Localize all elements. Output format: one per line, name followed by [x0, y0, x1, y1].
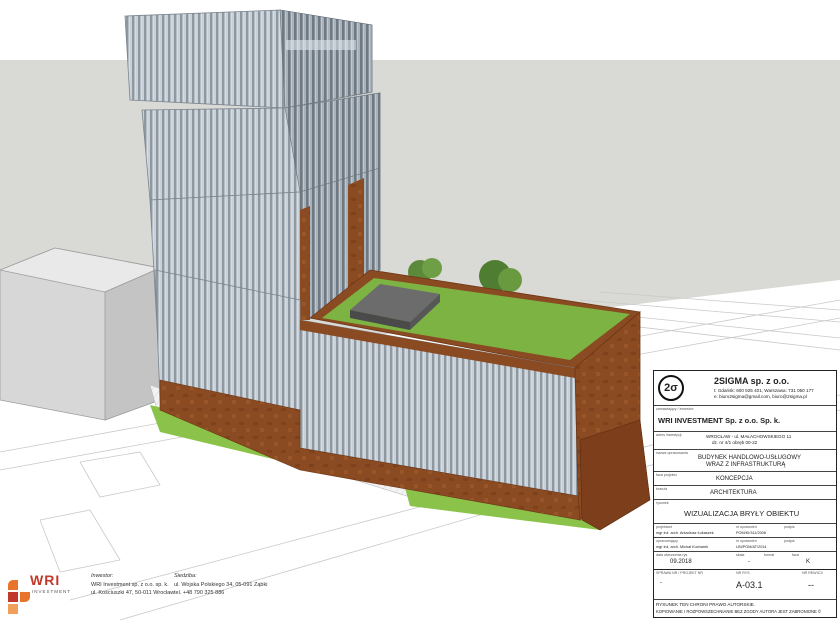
investor-label: zamawiający / inwestor: [656, 407, 694, 411]
drafter-permit-label: nr uprawnień [736, 539, 757, 543]
investor-row: zamawiający / inwestor: WRI INVESTMENT S… [654, 405, 836, 431]
drafter-row: opracowujący mgr inż. arch. Michał Kucha… [654, 537, 836, 551]
object-row: nazwa opracowania BUDYNEK HANDLOWO-USŁUG… [654, 449, 836, 471]
date-value: 09.2018 [670, 559, 692, 565]
designer-label: projektant [656, 525, 672, 529]
drafter-label: opracowujący [656, 539, 678, 543]
wri-logo-sub: INVESTMENT [32, 589, 72, 594]
permit-value: POM/KI/311/2008 [736, 531, 766, 535]
copyright-row: RYSUNEK TEN CHRONI PRAWO AUTORSKIE. KOPI… [654, 599, 836, 617]
project-no-label: SPRAWA NR / PROJEKT NR [656, 571, 703, 575]
address-line1: WROCŁAW - ul. MAŁACHOWSKIEGO 11 [706, 434, 792, 439]
drawing-no-row: SPRAWA NR / PROJEKT NR - NR RYS. A-03.1 … [654, 569, 836, 599]
scale-value: - [748, 559, 750, 565]
stage-label: faza projektu [656, 473, 677, 477]
scale-label: skala [736, 553, 745, 557]
address-line2: dz. nr 4/1 obręb 00-22 [712, 440, 758, 445]
address-row: adres inwestycji WROCŁAW - ul. MAŁACHOWS… [654, 431, 836, 449]
seat-line2: tel. +48 790 325 886 [174, 590, 225, 596]
stage-value: KONCEPCJA [716, 476, 753, 482]
drafter-value: mgr inż. arch. Michał Kucharek [656, 545, 709, 549]
date-row: data utworzenia rys. 09.2018 skala - for… [654, 551, 836, 569]
object-line2: WRAZ Z INFRASTRUKTURĄ [706, 462, 786, 468]
permit-label: nr uprawnień [736, 525, 757, 529]
investor-title: Inwestor: [91, 573, 114, 579]
branch-value: ARCHITEKTURA [710, 490, 757, 496]
company-contact-1: t: Gdańsk: 600 925 401, Warszawa: 731 05… [714, 388, 814, 393]
date-label: data utworzenia rys. [656, 553, 689, 557]
copyright-line2: KOPIOWANIE I ROZPOWSZECHNIANIE BEZ ZGODY… [656, 609, 822, 614]
address-label: adres inwestycji [656, 433, 682, 437]
wri-logo-text: WRI [30, 572, 61, 588]
revision-value: -- [808, 580, 814, 590]
wri-logo: WRI INVESTMENT [8, 572, 83, 616]
drawing-no-value: A-03.1 [736, 580, 763, 590]
sheet-row: rysunek WIZUALIZACJA BRYŁY OBIEKTU [654, 499, 836, 523]
object-line1: BUDYNEK HANDLOWO-USŁUGOWY [698, 455, 802, 461]
designer-value: mgr inż. arch. Arkadiusz Łukaszek [656, 531, 714, 535]
investor-line2: ul. Kościuszki 47, 50-011 Wrocław [91, 590, 175, 596]
object-label: nazwa opracowania [656, 451, 688, 455]
sheet-label: rysunek [656, 501, 669, 505]
designer-row: projektant mgr inż. arch. Arkadiusz Łuka… [654, 523, 836, 537]
project-no-value: - [660, 580, 662, 586]
sign-label: podpis [784, 525, 795, 529]
investor-value: WRI INVESTMENT Sp. z o.o. Sp. k. [658, 416, 781, 425]
branch-label: branża [656, 487, 667, 491]
sigma-logo-icon: 2σ [658, 375, 684, 401]
seat-title: Siedziba: [174, 573, 197, 579]
company-contact-2: e: biuro2sigma@gmail.com, biuro@2sigma.p… [714, 394, 807, 399]
drafter-sign-label: podpis [784, 539, 795, 543]
stage-code-value: K [806, 559, 811, 565]
revision-label: NR REWIZJI [802, 571, 823, 575]
title-block: 2σ 2SIGMA sp. z o.o. t: Gdańsk: 600 925 … [653, 370, 837, 618]
stage-row: faza projektu KONCEPCJA [654, 471, 836, 485]
copyright-line1: RYSUNEK TEN CHRONI PRAWO AUTORSKIE. [656, 602, 756, 607]
drawing-no-label: NR RYS. [736, 571, 751, 575]
seat-line1: ul. Wojska Polskiego 34, 05-091 Ząbki [174, 582, 268, 588]
neighbour-building [0, 247, 162, 421]
sheet-title: WIZUALIZACJA BRYŁY OBIEKTU [684, 509, 800, 518]
branch-row: branża ARCHITEKTURA [654, 485, 836, 499]
company-name: 2SIGMA sp. z o.o. [714, 376, 790, 386]
drafter-permit-value: LBI/POM/AT/2014 [736, 545, 767, 549]
investor-line1: WRI Investment sp. z o.o. sp. k. [91, 582, 169, 588]
stage-code-label: faza [792, 553, 799, 557]
format-label: format [764, 553, 775, 557]
